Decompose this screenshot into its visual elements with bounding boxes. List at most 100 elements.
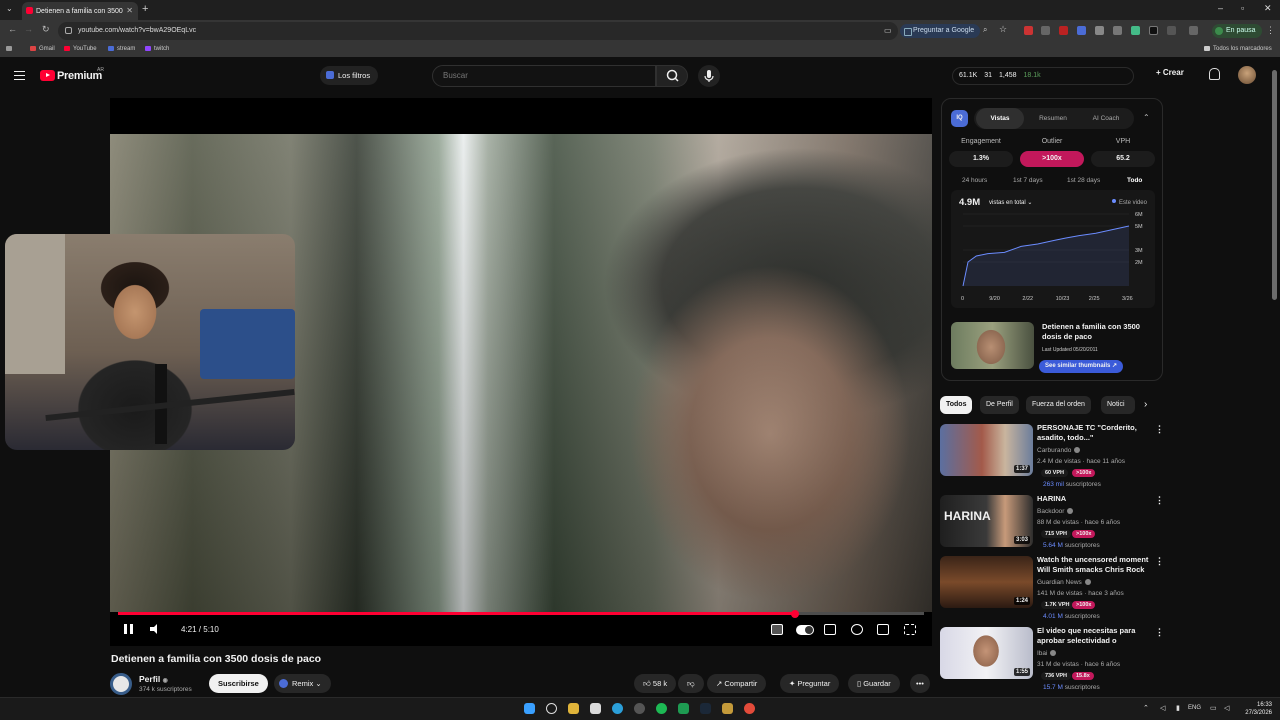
tray-chevron-icon[interactable]: ⌃ — [1143, 704, 1149, 712]
video-thumbnail[interactable]: 1:55 — [940, 627, 1033, 679]
edge-icon[interactable] — [612, 703, 623, 714]
search-input[interactable]: Buscar — [432, 65, 656, 87]
vidiq-player-icon[interactable] — [771, 624, 783, 635]
more-vertical-icon[interactable]: ⋮ — [1155, 627, 1164, 638]
more-vertical-icon[interactable]: ⋮ — [1155, 424, 1164, 435]
scrubber-handle[interactable] — [791, 609, 800, 618]
range-24h[interactable]: 24 hours — [962, 177, 987, 184]
reload-icon[interactable]: ↻ — [42, 24, 50, 35]
cast-icon[interactable]: ▭ — [884, 26, 892, 35]
new-tab-icon[interactable]: + — [142, 3, 148, 15]
mic-tray-icon[interactable]: ▮ — [1176, 704, 1180, 712]
extensions-puzzle-icon[interactable] — [1167, 26, 1176, 35]
channel-stats-bar[interactable]: 61.1K 31 1,458 18.1k — [952, 67, 1134, 85]
chip-todos[interactable]: Todos — [940, 396, 973, 414]
chrome-icon[interactable] — [744, 703, 755, 714]
save-button[interactable]: ▯ Guardar — [848, 674, 900, 693]
chevron-right-icon[interactable]: › — [1144, 399, 1147, 410]
file-explorer-icon[interactable] — [568, 703, 579, 714]
voice-search-button[interactable] — [698, 65, 720, 87]
chip-de-perfil[interactable]: De Perfil — [980, 396, 1019, 414]
obs-icon[interactable] — [634, 703, 645, 714]
bookmark-twitch[interactable]: twitch — [145, 46, 169, 52]
video-thumbnail[interactable]: HARINA 3:03 — [940, 495, 1033, 547]
recommendation-channel[interactable]: Carburando — [1037, 447, 1080, 454]
extension-icon[interactable] — [1095, 26, 1104, 35]
start-icon[interactable] — [524, 703, 535, 714]
search-button[interactable] — [656, 65, 688, 87]
bookmark-youtube[interactable]: YouTube — [64, 46, 97, 52]
url-field[interactable]: youtube.com/watch?v=bwA29OEqLvc — [58, 22, 898, 40]
dislike-button[interactable]: 👎︎ — [678, 674, 704, 693]
menu-icon[interactable] — [14, 71, 25, 80]
youtube-logo-icon[interactable] — [40, 70, 55, 81]
range-all[interactable]: Todo — [1127, 177, 1142, 184]
tab-ai-coach[interactable]: AI Coach — [1080, 108, 1132, 129]
browser-menu-icon[interactable]: ⋮ — [1266, 25, 1275, 36]
collapse-chevron-icon[interactable]: ⌃ — [1143, 113, 1150, 122]
recommendation-item[interactable]: 1:24 Watch the uncensored moment Will Sm… — [940, 555, 1170, 622]
filters-button[interactable]: Los filtros — [320, 66, 379, 85]
side-panel-icon[interactable] — [1189, 26, 1198, 35]
progress-bar[interactable] — [118, 609, 924, 618]
video-thumbnail[interactable]: 1:37 — [940, 424, 1033, 476]
subscribe-button[interactable]: Suscribirse — [209, 674, 268, 693]
close-window-icon[interactable]: ✕ — [1264, 3, 1272, 14]
app-icon[interactable] — [722, 703, 733, 714]
minimize-icon[interactable]: – — [1218, 3, 1223, 13]
recommendation-channel[interactable]: Ibai — [1037, 650, 1056, 657]
chip-fuerza-del-orden[interactable]: Fuerza del orden — [1026, 396, 1091, 414]
video-thumbnail[interactable]: 1:24 — [940, 556, 1033, 608]
network-icon[interactable]: ▭ — [1210, 704, 1217, 712]
extension-icon[interactable] — [1113, 26, 1122, 35]
tab-resumen[interactable]: Resumen — [1028, 108, 1078, 129]
site-info-icon[interactable] — [65, 27, 72, 34]
video-thumbnail[interactable] — [951, 322, 1034, 369]
tab-search-icon[interactable]: ⌄ — [6, 4, 13, 13]
search-icon[interactable] — [546, 703, 557, 714]
app-icon[interactable] — [678, 703, 689, 714]
theater-mode-icon[interactable] — [877, 624, 889, 635]
recommendation-channel[interactable]: Guardian News — [1037, 579, 1091, 586]
extension-icon[interactable] — [1059, 26, 1068, 35]
more-vertical-icon[interactable]: ⋮ — [1155, 556, 1164, 567]
notifications-bell-icon[interactable] — [1209, 68, 1220, 80]
store-icon[interactable] — [590, 703, 601, 714]
speaker-icon[interactable]: ◁ — [1224, 704, 1229, 712]
page-scrollbar[interactable] — [1271, 64, 1278, 694]
channel-avatar[interactable] — [110, 673, 132, 695]
bookmark-gmail[interactable]: Gmail — [30, 46, 55, 52]
extension-icon[interactable] — [1024, 26, 1033, 35]
like-button[interactable]: 👍︎ 58 k — [634, 674, 677, 693]
extension-icon[interactable] — [1149, 26, 1158, 35]
tab-vistas[interactable]: Vistas — [976, 108, 1024, 129]
close-tab-icon[interactable]: ✕ — [126, 6, 133, 15]
browser-tab[interactable]: Detienen a familia con 3500 ✕ — [22, 2, 138, 20]
scrollbar-thumb[interactable] — [1272, 70, 1277, 300]
account-avatar[interactable] — [1238, 66, 1256, 84]
extension-icon[interactable] — [1077, 26, 1086, 35]
profile-status-button[interactable]: En pausa — [1212, 24, 1262, 38]
ask-google-button[interactable]: Preguntar a Google — [900, 24, 981, 38]
spotify-icon[interactable] — [656, 703, 667, 714]
steam-icon[interactable] — [700, 703, 711, 714]
subtitles-icon[interactable] — [824, 624, 836, 635]
pause-icon[interactable] — [124, 624, 133, 634]
system-clock[interactable]: 16:33 27/3/2026 — [1240, 701, 1272, 717]
autoplay-toggle[interactable] — [796, 625, 814, 635]
share-button[interactable]: ↗ Compartir — [707, 674, 767, 693]
ask-button[interactable]: ✦ Preguntar — [780, 674, 840, 693]
range-28d[interactable]: 1st 28 days — [1067, 177, 1100, 184]
zoom-icon[interactable]: ⌕ — [983, 25, 987, 35]
recommendation-item[interactable]: 1:37 PERSONAJE TC "Corderito, asadito, t… — [940, 423, 1170, 490]
fullscreen-icon[interactable] — [904, 624, 916, 635]
forward-icon[interactable]: → — [24, 24, 33, 34]
bookmark-star-icon[interactable]: ☆ — [999, 24, 1007, 35]
back-icon[interactable]: ← — [8, 24, 17, 34]
more-actions-button[interactable]: ••• — [910, 674, 930, 693]
create-button[interactable]: + Crear — [1156, 68, 1184, 77]
more-vertical-icon[interactable]: ⋮ — [1155, 495, 1164, 506]
remix-button[interactable]: Remix ⌄ — [274, 674, 331, 693]
language-indicator[interactable]: ENG — [1188, 705, 1201, 711]
range-7d[interactable]: 1st 7 days — [1013, 177, 1043, 184]
